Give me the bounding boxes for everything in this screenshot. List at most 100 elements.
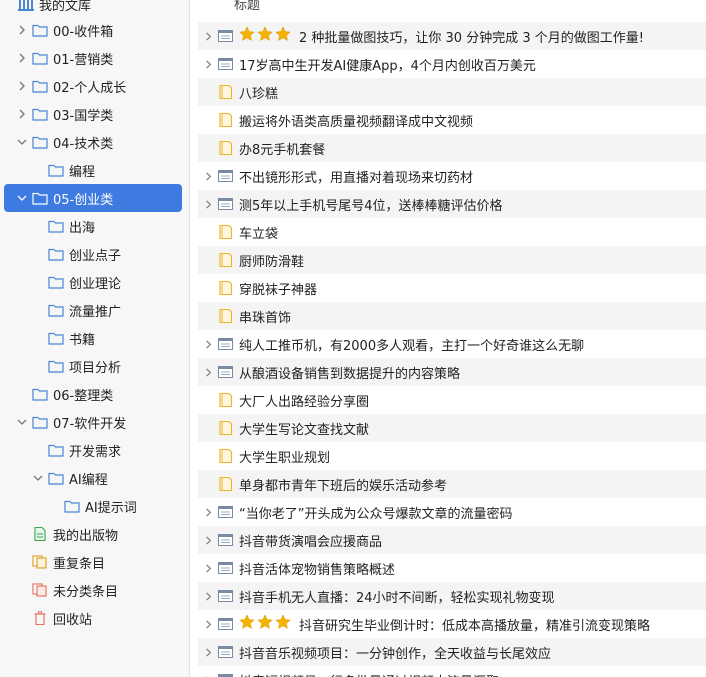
sidebar-item-5[interactable]: 04-技术类 bbox=[0, 128, 189, 156]
sidebar-item-19[interactable]: 我的出版物 bbox=[0, 520, 189, 548]
sidebar-item-12[interactable]: 书籍 bbox=[0, 324, 189, 352]
folder-icon bbox=[48, 303, 64, 317]
item-title: 抖音研究生毕业倒计时：低成本高播放量，精准引流变现策略 bbox=[299, 618, 651, 634]
sidebar-item-20[interactable]: 重复条目 bbox=[0, 548, 189, 576]
chevron-right-icon[interactable] bbox=[16, 108, 28, 120]
sidebar-item-10[interactable]: 创业理论 bbox=[0, 268, 189, 296]
chevron-right-icon[interactable] bbox=[202, 618, 214, 630]
chevron-right-icon[interactable] bbox=[202, 338, 214, 350]
item-row[interactable]: 抖音研究生毕业倒计时：低成本高播放量，精准引流变现策略 bbox=[198, 610, 706, 638]
sidebar-item-label: 02-个人成长 bbox=[53, 80, 127, 96]
sidebar-item-11[interactable]: 流量推广 bbox=[0, 296, 189, 324]
chevron-right-icon[interactable] bbox=[202, 590, 214, 602]
chevron-right-icon[interactable] bbox=[202, 562, 214, 574]
sidebar-item-7[interactable]: 05-创业类 bbox=[4, 184, 182, 212]
chevron-right-icon[interactable] bbox=[16, 52, 28, 64]
sidebar-item-16[interactable]: 开发需求 bbox=[0, 436, 189, 464]
item-row[interactable]: 测5年以上手机号尾号4位，送棒棒糖评估价格 bbox=[198, 190, 706, 218]
sidebar-item-9[interactable]: 创业点子 bbox=[0, 240, 189, 268]
item-row[interactable]: 抖音带货演唱会应援商品 bbox=[198, 526, 706, 554]
rating-stars bbox=[239, 614, 293, 634]
item-row[interactable]: 单身都市青年下班后的娱乐活动参考 bbox=[198, 470, 706, 498]
item-row[interactable]: 大厂人出路经验分享圈 bbox=[198, 386, 706, 414]
sidebar-item-label: 重复条目 bbox=[53, 556, 106, 572]
item-row[interactable]: 车立袋 bbox=[198, 218, 706, 246]
item-row[interactable]: 17岁高中生开发AI健康App，4个月内创收百万美元 bbox=[198, 50, 706, 78]
item-title: 大厂人出路经验分享圈 bbox=[239, 394, 370, 410]
chevron-down-icon[interactable] bbox=[16, 192, 28, 204]
item-row[interactable]: 穿脱袜子神器 bbox=[198, 274, 706, 302]
item-row[interactable]: 抖音活体宠物销售策略概述 bbox=[198, 554, 706, 582]
sidebar-item-label: 书籍 bbox=[69, 332, 96, 348]
chevron-right-icon[interactable] bbox=[202, 366, 214, 378]
item-title: 搬运将外语类高质量视频翻译成中文视频 bbox=[239, 114, 474, 130]
sidebar-item-6[interactable]: 编程 bbox=[0, 156, 189, 184]
chevron-right-icon[interactable] bbox=[202, 170, 214, 182]
item-row[interactable]: 串珠首饰 bbox=[198, 302, 706, 330]
item-row[interactable]: 抖音音乐视频项目：一分钟创作，全天收益与长尾效应 bbox=[198, 638, 706, 666]
item-title: 抖音短视频号，行多批量通过视频内流量汇聚 bbox=[239, 671, 499, 677]
item-title: 穿脱袜子神器 bbox=[239, 282, 318, 298]
item-row[interactable]: 抖音短视频号，行多批量通过视频内流量汇聚 bbox=[198, 666, 706, 677]
chevron-down-icon[interactable] bbox=[32, 472, 44, 484]
chevron-right-icon[interactable] bbox=[16, 80, 28, 92]
star-icon bbox=[275, 26, 293, 46]
item-row[interactable]: 厨师防滑鞋 bbox=[198, 246, 706, 274]
sidebar-item-14[interactable]: 06-整理类 bbox=[0, 380, 189, 408]
chevron-down-icon[interactable] bbox=[16, 136, 28, 148]
folder-icon bbox=[32, 107, 48, 121]
sidebar-item-13[interactable]: 项目分析 bbox=[0, 352, 189, 380]
chevron-right-icon[interactable] bbox=[202, 58, 214, 70]
sidebar-item-22[interactable]: 回收站 bbox=[0, 604, 189, 632]
chevron-right-icon[interactable] bbox=[202, 506, 214, 518]
folder-icon bbox=[64, 499, 80, 513]
item-row[interactable]: 从酿酒设备销售到数据提升的内容策略 bbox=[198, 358, 706, 386]
webpage-icon bbox=[218, 533, 233, 547]
sidebar-item-21[interactable]: 未分类条目 bbox=[0, 576, 189, 604]
sidebar-item-label: 00-收件箱 bbox=[53, 24, 114, 40]
item-row[interactable]: 2 种批量做图技巧，让你 30 分钟完成 3 个月的做图工作量! bbox=[198, 22, 706, 50]
item-row[interactable]: 搬运将外语类高质量视频翻译成中文视频 bbox=[198, 106, 706, 134]
item-row[interactable]: “当你老了”开头成为公众号爆款文章的流量密码 bbox=[198, 498, 706, 526]
folder-icon bbox=[48, 331, 64, 345]
item-row[interactable]: 大学生写论文查找文献 bbox=[198, 414, 706, 442]
sidebar-item-label: 06-整理类 bbox=[53, 388, 114, 404]
item-row[interactable]: 纯人工推币机，有2000多人观看，主打一个好奇谁这么无聊 bbox=[198, 330, 706, 358]
sidebar-item-3[interactable]: 02-个人成长 bbox=[0, 72, 189, 100]
chevron-right-icon[interactable] bbox=[16, 24, 28, 36]
item-row[interactable]: 大学生职业规划 bbox=[198, 442, 706, 470]
webpage-icon bbox=[218, 169, 233, 183]
sidebar-item-1[interactable]: 00-收件箱 bbox=[0, 16, 189, 44]
chevron-down-icon[interactable] bbox=[16, 416, 28, 428]
chevron-right-icon[interactable] bbox=[202, 646, 214, 658]
sidebar-item-4[interactable]: 03-国学类 bbox=[0, 100, 189, 128]
note-icon bbox=[218, 225, 233, 239]
item-title: 抖音手机无人直播：24小时不间断，轻松实现礼物变现 bbox=[239, 590, 555, 606]
sidebar-item-label: 出海 bbox=[69, 220, 96, 236]
column-header-title[interactable]: 标题 bbox=[234, 0, 260, 13]
chevron-right-icon[interactable] bbox=[202, 30, 214, 42]
sidebar-item-label: AI编程 bbox=[69, 472, 108, 488]
sidebar-item-2[interactable]: 01-营销类 bbox=[0, 44, 189, 72]
library-icon bbox=[18, 0, 34, 11]
sidebar-item-label: 开发需求 bbox=[69, 444, 122, 460]
item-row[interactable]: 办8元手机套餐 bbox=[198, 134, 706, 162]
chevron-right-icon[interactable] bbox=[202, 198, 214, 210]
items-pane: 标题 2 种批量做图技巧，让你 30 分钟完成 3 个月的做图工作量! 17岁高中… bbox=[192, 0, 706, 677]
sidebar-item-15[interactable]: 07-软件开发 bbox=[0, 408, 189, 436]
item-row[interactable]: 不出镜形形式，用直播对着现场来切药材 bbox=[198, 162, 706, 190]
chevron-right-icon[interactable] bbox=[202, 534, 214, 546]
item-title: 厨师防滑鞋 bbox=[239, 254, 305, 270]
sidebar-item-8[interactable]: 出海 bbox=[0, 212, 189, 240]
item-row[interactable]: 抖音手机无人直播：24小时不间断，轻松实现礼物变现 bbox=[198, 582, 706, 610]
item-row[interactable]: 八珍糕 bbox=[198, 78, 706, 106]
sidebar-item-17[interactable]: AI编程 bbox=[0, 464, 189, 492]
folder-icon bbox=[48, 275, 64, 289]
sidebar-item-18[interactable]: AI提示词 bbox=[0, 492, 189, 520]
